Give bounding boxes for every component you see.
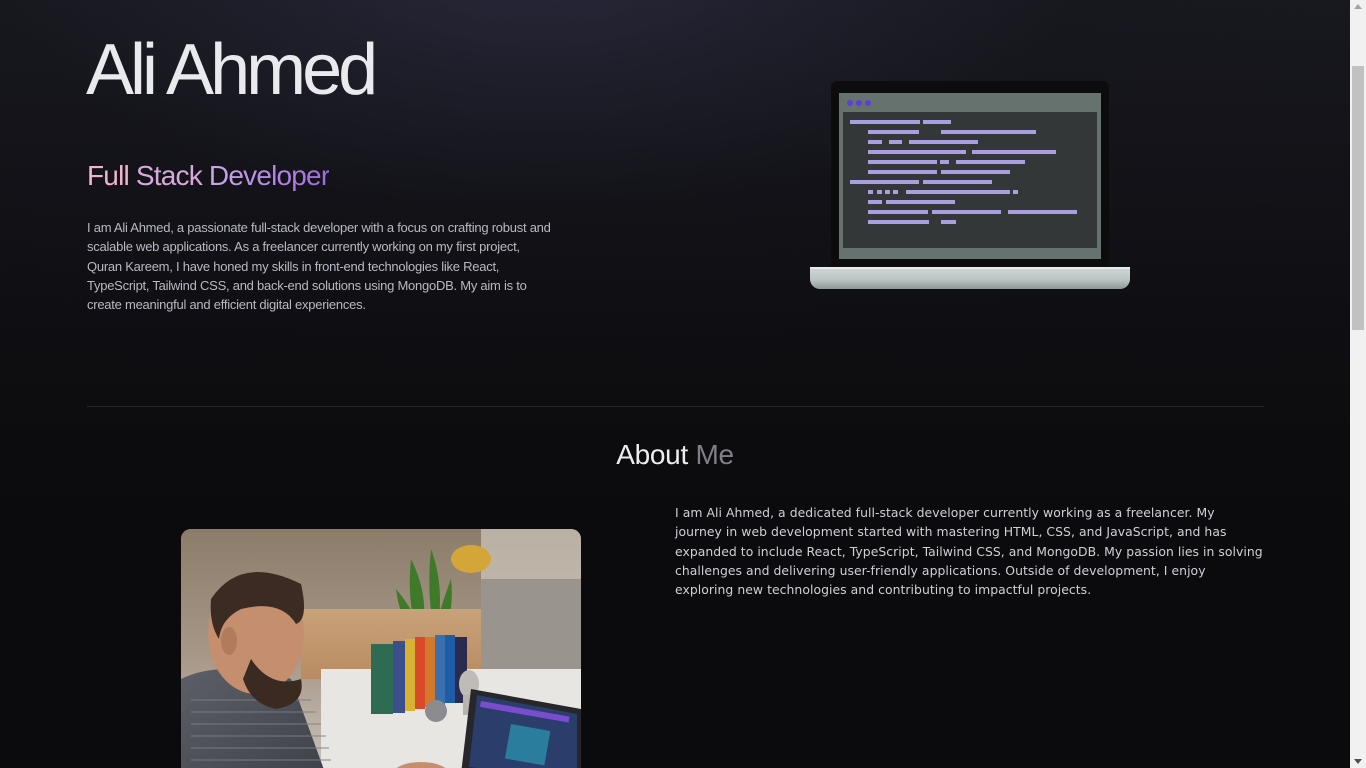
portfolio-page: Ali Ahmed Full Stack Developer I am Ali … — [0, 0, 1350, 768]
about-title: About Me — [0, 436, 1350, 474]
hero-bio: I am Ali Ahmed, a passionate full-stack … — [87, 220, 551, 313]
about-text: I am Ali Ahmed, a dedicated full-stack d… — [675, 505, 1263, 598]
code-editor-area — [843, 112, 1097, 248]
vertical-scrollbar[interactable] — [1350, 0, 1366, 768]
section-divider — [87, 406, 1264, 407]
about-title-about: About — [616, 439, 688, 470]
laptop-code-illustration — [810, 80, 1130, 294]
scroll-up-arrow-icon[interactable] — [1354, 4, 1362, 9]
about-title-me: Me — [695, 439, 734, 470]
laptop-base-edge — [810, 267, 1130, 269]
window-dots-icon — [847, 100, 871, 106]
hero-name: Ali Ahmed — [86, 30, 378, 110]
hero-role-word-stack: Stack — [135, 160, 203, 191]
hero-role-word-full: Full — [87, 160, 130, 191]
hero-role: Full Stack Developer — [87, 158, 330, 194]
photo-illustration — [181, 529, 581, 768]
scrollbar-thumb[interactable] — [1352, 66, 1364, 330]
developer-working-photo — [181, 529, 581, 768]
hero-role-word-developer: Developer — [208, 160, 330, 191]
laptop-base — [810, 267, 1130, 289]
scroll-down-arrow-icon[interactable] — [1354, 759, 1362, 764]
